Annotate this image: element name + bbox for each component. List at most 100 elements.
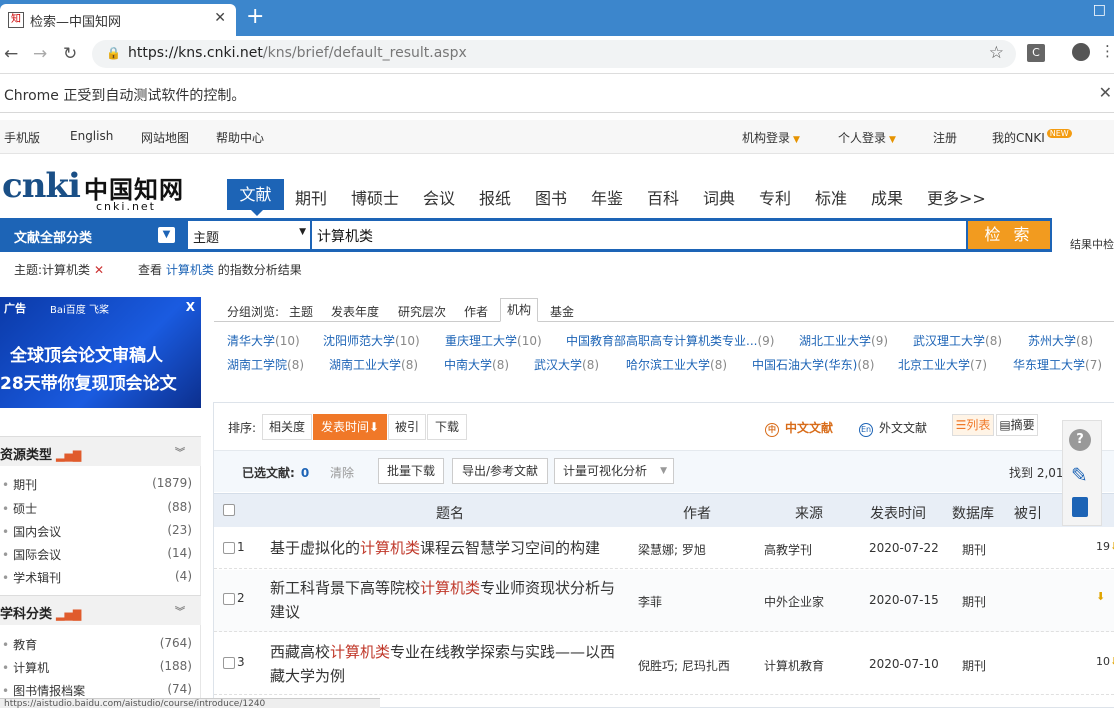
batch-download-button[interactable]: 批量下载 (378, 458, 444, 484)
group-tab-level[interactable]: 研究层次 (398, 303, 446, 320)
nav-tab-achievement[interactable]: 成果 (871, 185, 903, 209)
nav-tab-patent[interactable]: 专利 (759, 185, 791, 209)
org-filter-link[interactable]: 湖南工业大学(8) (329, 356, 418, 373)
document-check-icon[interactable] (1072, 497, 1088, 517)
export-citation-button[interactable]: 导出/参考文献 (452, 458, 548, 484)
sort-download-button[interactable]: 下载 (427, 414, 467, 440)
org-login-link[interactable]: 机构登录▼ (742, 129, 800, 146)
download-link[interactable]: ⬇ (1096, 590, 1105, 603)
view-list-button[interactable]: ☰列表 (952, 414, 994, 436)
nav-tab-yearbook[interactable]: 年鉴 (591, 185, 623, 209)
facet-item[interactable]: •国内会议(23) (0, 523, 196, 540)
facet-header-subject[interactable]: 学科分类▂▅▇ ︾ (0, 595, 201, 625)
ad-banner[interactable]: 广告 Bai百度 飞桨 X 全球顶会论文审稿人 28天带你复现顶会论文 (0, 297, 201, 408)
col-source[interactable]: 来源 (795, 503, 823, 523)
row-checkbox[interactable] (223, 593, 235, 605)
chevron-down-icon[interactable]: ︾ (175, 444, 185, 459)
my-cnki-link[interactable]: 我的CNKINEW (992, 129, 1072, 146)
forward-icon[interactable]: → (33, 44, 47, 64)
org-filter-link[interactable]: 苏州大学(8) (1028, 332, 1093, 349)
sort-date-button[interactable]: 发表时间⬇ (313, 414, 387, 440)
org-filter-link[interactable]: 华东理工大学(7) (1013, 356, 1102, 373)
scope-selector[interactable]: 文献全部分类 ▼ (0, 218, 185, 252)
help-link[interactable]: 帮助中心 (216, 129, 264, 146)
bar-chart-icon[interactable]: ▂▅▇ (56, 449, 81, 462)
article-title-link[interactable]: 西藏高校计算机类专业在线教学探索与实践——以西藏大学为例 (270, 640, 630, 688)
sitemap-link[interactable]: 网站地图 (141, 129, 189, 146)
col-cited[interactable]: 被引 (1014, 503, 1042, 523)
col-database[interactable]: 数据库 (952, 503, 994, 523)
search-in-results-link[interactable]: 结果中检 (1070, 236, 1114, 252)
clear-selection-link[interactable]: 清除 (330, 464, 354, 481)
group-tab-author[interactable]: 作者 (464, 303, 488, 320)
browser-menu-icon[interactable]: ⋮ (1100, 42, 1114, 60)
remove-filter-icon[interactable]: ✕ (94, 263, 104, 277)
col-title[interactable]: 题名 (436, 503, 464, 523)
bookmark-star-icon[interactable]: ☆ (989, 43, 1004, 63)
author-link[interactable]: 李菲 (638, 593, 662, 610)
facet-item[interactable]: •计算机(188) (0, 659, 196, 676)
author-link[interactable]: 倪胜巧; 尼玛扎西 (638, 657, 730, 674)
browser-tab[interactable]: 知 检索—中国知网 ✕ (0, 4, 236, 36)
nav-tab-more[interactable]: 更多>> (927, 185, 986, 209)
sort-cited-button[interactable]: 被引 (388, 414, 426, 440)
row-checkbox[interactable] (223, 542, 235, 554)
view-abstract-button[interactable]: ▤摘要 (996, 414, 1038, 436)
extension-icon[interactable]: C (1027, 44, 1045, 62)
select-all-checkbox[interactable] (223, 504, 235, 516)
register-link[interactable]: 注册 (933, 129, 957, 146)
ad-close-icon[interactable]: X (186, 300, 195, 314)
nav-tab-journal[interactable]: 期刊 (295, 185, 327, 209)
facet-item[interactable]: •硕士(88) (0, 500, 196, 517)
article-title-link[interactable]: 新工科背景下高等院校计算机类专业师资现状分析与建议 (270, 576, 630, 624)
help-icon[interactable]: ? (1069, 429, 1091, 451)
group-tab-org[interactable]: 机构 (500, 298, 538, 322)
download-link[interactable]: 19⬇ (1096, 540, 1114, 553)
download-link[interactable]: 10⬇ (1096, 655, 1114, 668)
col-date[interactable]: 发表时间 (870, 503, 926, 523)
profile-avatar-icon[interactable] (1072, 43, 1090, 61)
group-tab-topic[interactable]: 主题 (289, 303, 313, 320)
nav-tab-newspaper[interactable]: 报纸 (479, 185, 511, 209)
author-link[interactable]: 梁慧娜; 罗旭 (638, 541, 706, 558)
org-filter-link[interactable]: 哈尔滨工业大学(8) (626, 356, 727, 373)
nav-tab-standard[interactable]: 标准 (815, 185, 847, 209)
facet-item[interactable]: •教育(764) (0, 636, 196, 653)
facet-item[interactable]: •国际会议(14) (0, 546, 196, 563)
window-controls[interactable]: □ (1093, 2, 1106, 18)
org-filter-link[interactable]: 湖南工学院(8) (227, 356, 304, 373)
facet-item[interactable]: •期刊(1879) (0, 476, 196, 493)
chevron-down-icon[interactable]: ︾ (175, 603, 185, 618)
org-filter-link[interactable]: 中南大学(8) (444, 356, 509, 373)
nav-tab-dictionary[interactable]: 词典 (703, 185, 735, 209)
article-title-link[interactable]: 基于虚拟化的计算机类课程云智慧学习空间的构建 (270, 536, 650, 560)
col-author[interactable]: 作者 (683, 503, 711, 523)
facet-header-resource-type[interactable]: 资源类型▂▅▇ ︾ (0, 436, 201, 466)
mobile-link[interactable]: 手机版 (4, 129, 40, 146)
bar-chart-icon[interactable]: ▂▅▇ (56, 608, 81, 621)
close-tab-icon[interactable]: ✕ (214, 10, 226, 26)
group-tab-year[interactable]: 发表年度 (331, 303, 379, 320)
new-tab-icon[interactable]: + (246, 5, 264, 29)
omnibox[interactable]: 🔒 https://kns.cnki.net/kns/brief/default… (92, 40, 1016, 68)
sort-relevance-button[interactable]: 相关度 (262, 414, 312, 440)
table-row[interactable]: 2 新工科背景下高等院校计算机类专业师资现状分析与建议 李菲 中外企业家 202… (214, 570, 1114, 632)
org-filter-link[interactable]: 中国教育部高职高专计算机类专业...(9) (566, 332, 774, 349)
nav-tab-encyclopedia[interactable]: 百科 (647, 185, 679, 209)
visual-analysis-dropdown[interactable]: 计量可视化分析▼ (554, 458, 674, 484)
english-link[interactable]: English (70, 129, 113, 143)
org-filter-link[interactable]: 武汉大学(8) (534, 356, 599, 373)
org-filter-link[interactable]: 清华大学(10) (227, 332, 300, 349)
back-icon[interactable]: ← (4, 44, 18, 64)
org-filter-link[interactable]: 北京工业大学(7) (898, 356, 987, 373)
facet-item[interactable]: •图书情报档案(74) (0, 682, 196, 699)
org-filter-link[interactable]: 沈阳师范大学(10) (323, 332, 420, 349)
table-row[interactable]: 1 基于虚拟化的计算机类课程云智慧学习空间的构建 梁慧娜; 罗旭 高教学刊 20… (214, 528, 1114, 569)
nav-tab-conference[interactable]: 会议 (423, 185, 455, 209)
foreign-docs-toggle[interactable]: En外文文献 (859, 419, 927, 437)
cnki-logo[interactable]: cnki 中国知网 cnki.net (0, 164, 200, 214)
nav-tab-book[interactable]: 图书 (535, 185, 567, 209)
chinese-docs-toggle[interactable]: 中中文文献 (765, 419, 833, 437)
source-link[interactable]: 高教学刊 (764, 541, 812, 558)
row-checkbox[interactable] (223, 657, 235, 669)
